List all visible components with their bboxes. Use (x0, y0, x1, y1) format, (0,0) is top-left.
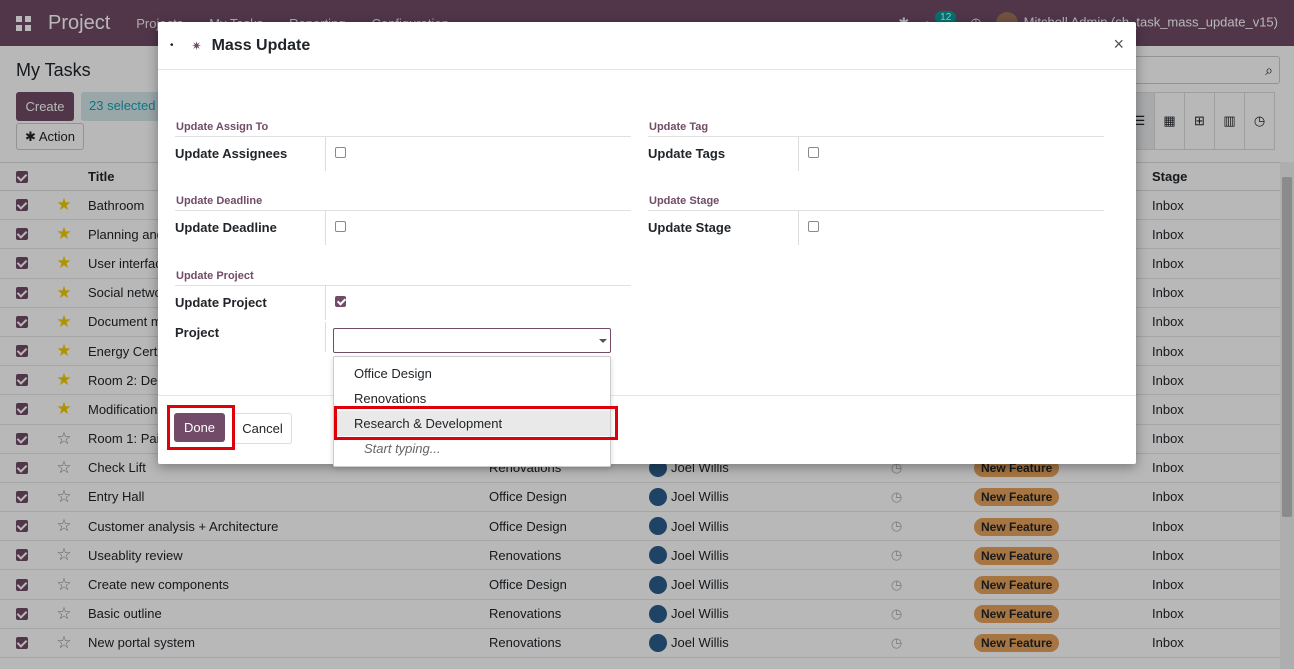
section-tag: Update Tag Update Tags (648, 121, 1104, 173)
caret-down-icon (599, 339, 607, 343)
dialog-footer: Done Cancel (158, 395, 1136, 464)
bullet-icon: • (170, 40, 174, 51)
dialog-header: • ✷ Mass Update × (158, 22, 1136, 70)
dropdown-option-office-design[interactable]: Office Design (334, 361, 610, 386)
section-title: Update Assign To (175, 121, 631, 137)
project-field-label: Project (175, 325, 220, 340)
update-deadline-checkbox[interactable] (335, 221, 346, 232)
section-title: Update Stage (648, 195, 1104, 211)
section-assign: Update Assign To Update Assignees (175, 121, 631, 173)
highlight-box-done (167, 405, 235, 450)
project-select[interactable] (333, 328, 611, 353)
dialog-title: Mass Update (211, 36, 311, 54)
field-label: Update Project (175, 295, 267, 310)
mass-update-dialog: • ✷ Mass Update × Update Assign To Updat… (158, 22, 1136, 464)
field-label: Update Deadline (175, 220, 277, 235)
section-title: Update Tag (648, 121, 1104, 137)
update-assignees-checkbox[interactable] (335, 147, 346, 158)
section-stage: Update Stage Update Stage (648, 195, 1104, 247)
section-title: Update Project (175, 270, 631, 286)
highlight-box-option (334, 406, 618, 440)
field-label: Update Stage (648, 220, 732, 235)
section-deadline: Update Deadline Update Deadline (175, 195, 631, 247)
bug-icon: ✷ (191, 38, 202, 53)
update-stage-checkbox[interactable] (808, 221, 819, 232)
field-label: Update Assignees (175, 146, 288, 161)
close-icon[interactable]: × (1113, 34, 1124, 55)
field-label: Update Tags (648, 146, 726, 161)
cancel-button[interactable]: Cancel (233, 413, 292, 444)
update-project-checkbox[interactable] (335, 296, 346, 307)
update-tags-checkbox[interactable] (808, 147, 819, 158)
section-title: Update Deadline (175, 195, 631, 211)
